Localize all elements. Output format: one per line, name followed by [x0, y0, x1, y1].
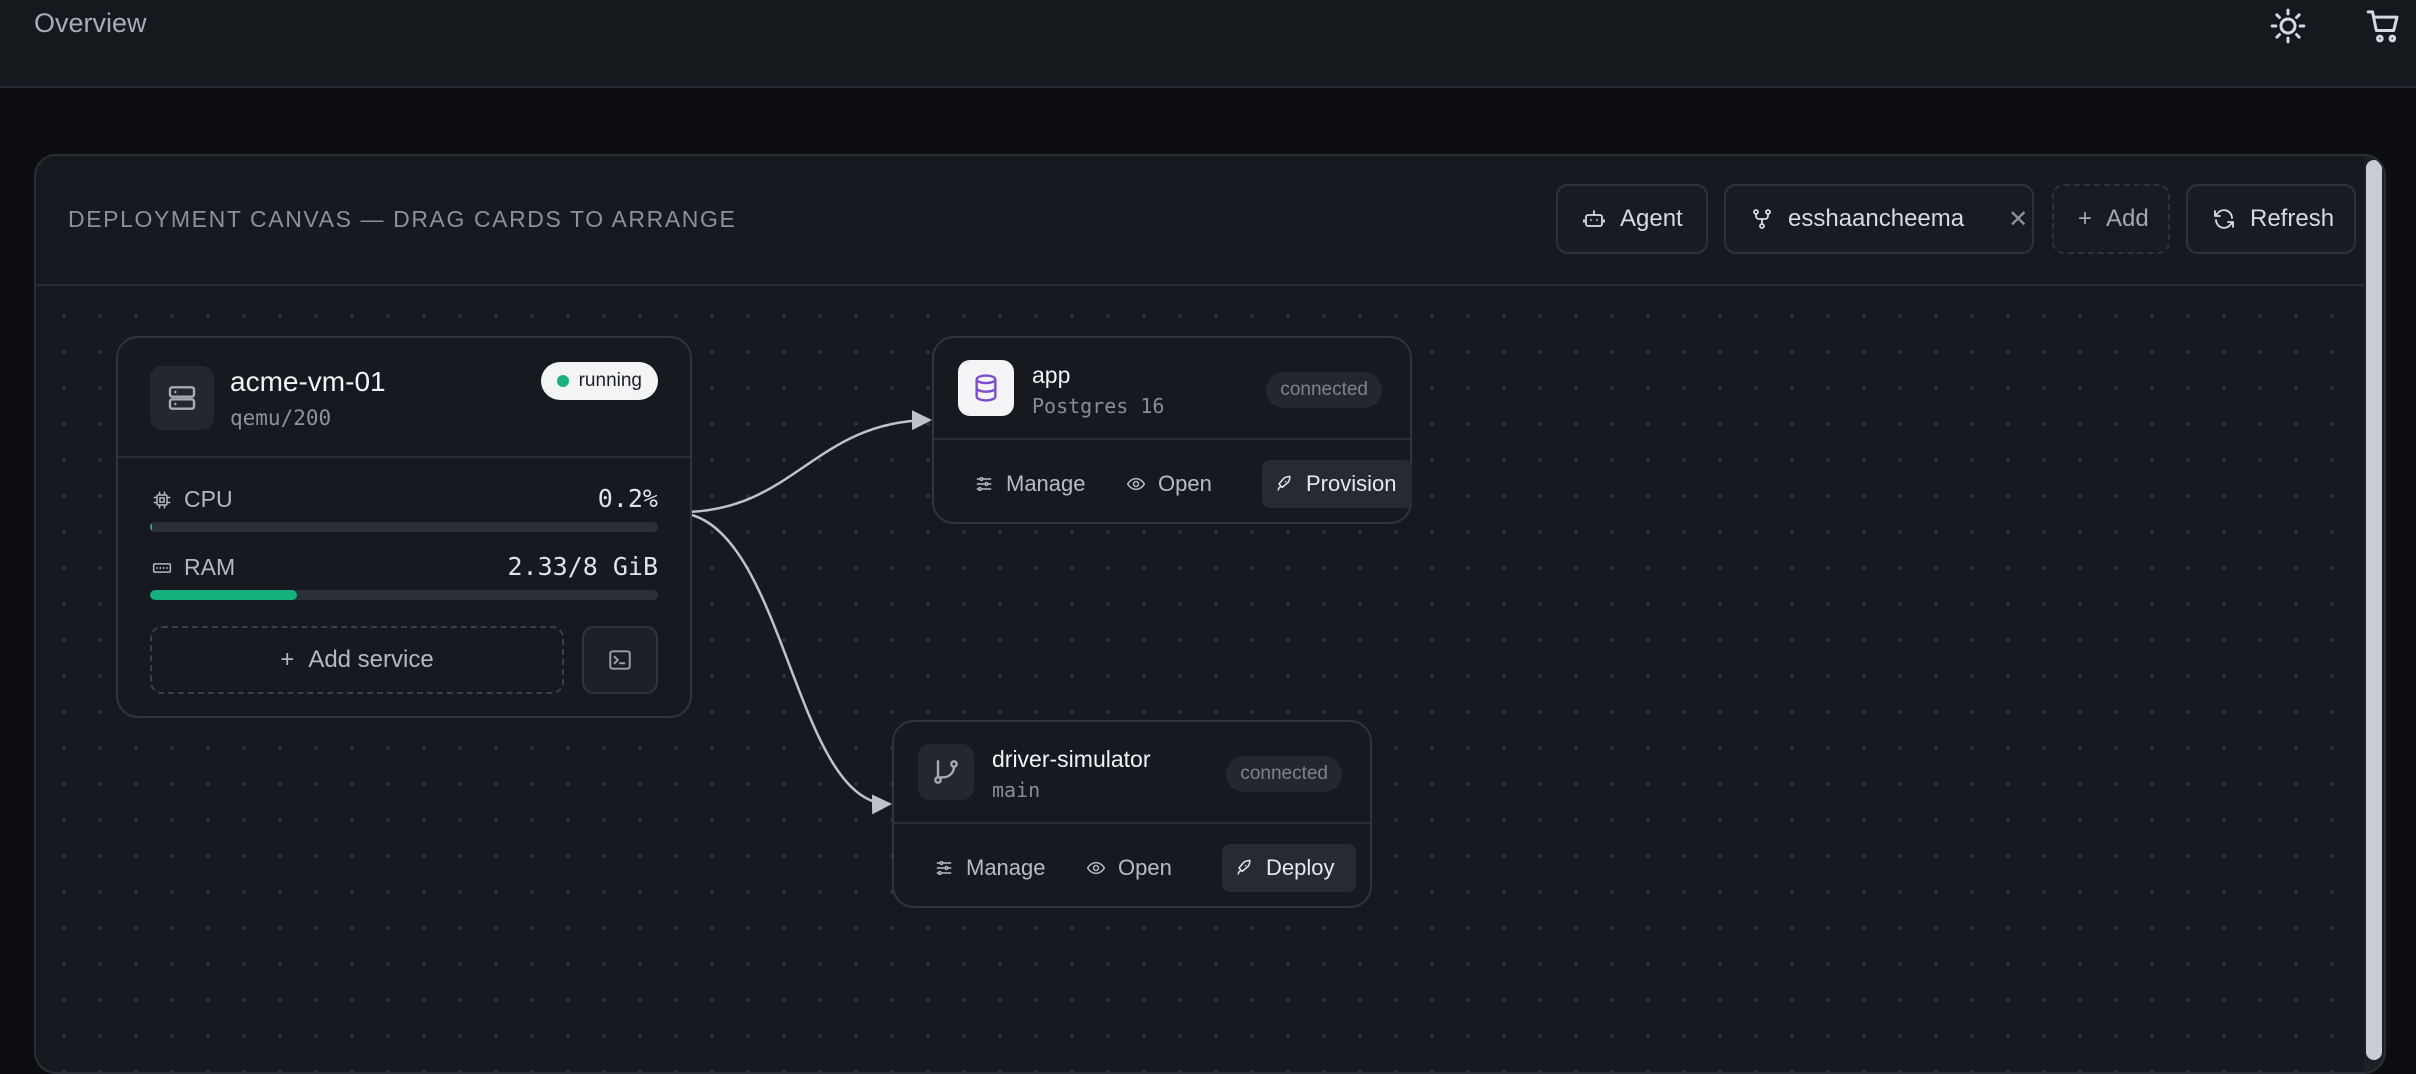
status-badge: running	[540, 362, 658, 400]
manage-button[interactable]: Manage	[962, 460, 1098, 508]
cpu-bar	[150, 522, 658, 532]
cpu-value: 0.2%	[597, 484, 658, 513]
rocket-icon	[1237, 859, 1251, 875]
status-dot	[556, 375, 569, 387]
cpu-bar-fill	[150, 522, 153, 532]
terminal-icon	[609, 650, 631, 670]
edge-vm-to-app	[687, 410, 932, 514]
open-button[interactable]: Open	[1074, 844, 1184, 892]
edge-vm-to-driver	[687, 512, 892, 815]
scrollbar-thumb[interactable]	[2366, 160, 2382, 1060]
service-subtitle: main	[992, 778, 1041, 802]
ram-label: RAM	[152, 554, 235, 581]
sliders-icon	[976, 476, 992, 492]
deployment-canvas: DEPLOYMENT CANVAS — DRAG CARDS TO ARRANG…	[34, 154, 2386, 1074]
connection-badge: connected	[1226, 756, 1342, 792]
service-subtitle: Postgres 16	[1032, 394, 1165, 418]
open-button[interactable]: Open	[1114, 460, 1224, 508]
eye-icon	[1126, 477, 1146, 491]
service-name: app	[1032, 362, 1071, 388]
page-title: Overview	[34, 8, 147, 38]
cart-icon[interactable]	[2364, 6, 2404, 46]
server-icon	[150, 366, 214, 430]
add-service-button[interactable]: + Add service	[150, 626, 564, 694]
rocket-icon	[1277, 475, 1291, 491]
cpu-icon	[153, 491, 171, 508]
status-label: running	[578, 370, 642, 391]
cpu-label: CPU	[152, 486, 233, 513]
sliders-icon	[936, 860, 952, 876]
vm-subtitle: qemu/200	[230, 406, 332, 430]
memory-icon	[152, 562, 172, 573]
ram-value: 2.33/8 GiB	[507, 552, 658, 581]
sun-icon[interactable]	[2268, 6, 2308, 46]
scrollbar[interactable]	[2364, 156, 2384, 1072]
vm-card[interactable]: acme-vm-01 qemu/200 running CPU 0.2% RAM…	[116, 336, 692, 718]
service-name: driver-simulator	[992, 746, 1151, 772]
top-bar: Overview	[0, 0, 2416, 88]
plus-icon: +	[280, 646, 295, 673]
service-card-driver-simulator[interactable]: driver-simulator main connected Manage O…	[892, 720, 1372, 908]
service-card-app[interactable]: app Postgres 16 connected Manage Open Pr…	[932, 336, 1412, 524]
ram-bar	[150, 590, 658, 600]
add-service-label: Add service	[308, 646, 434, 673]
database-icon	[958, 360, 1014, 416]
card-divider	[118, 456, 690, 458]
deploy-button[interactable]: Deploy	[1222, 844, 1356, 892]
manage-button[interactable]: Manage	[922, 844, 1058, 892]
ram-bar-fill	[150, 590, 298, 600]
vm-name: acme-vm-01	[230, 366, 386, 397]
card-divider	[894, 822, 1370, 824]
card-divider	[934, 438, 1410, 440]
eye-icon	[1086, 861, 1106, 875]
terminal-button[interactable]	[582, 626, 658, 694]
provision-button[interactable]: Provision	[1262, 460, 1412, 508]
connection-badge: connected	[1266, 372, 1382, 408]
git-branch-icon	[918, 744, 974, 800]
